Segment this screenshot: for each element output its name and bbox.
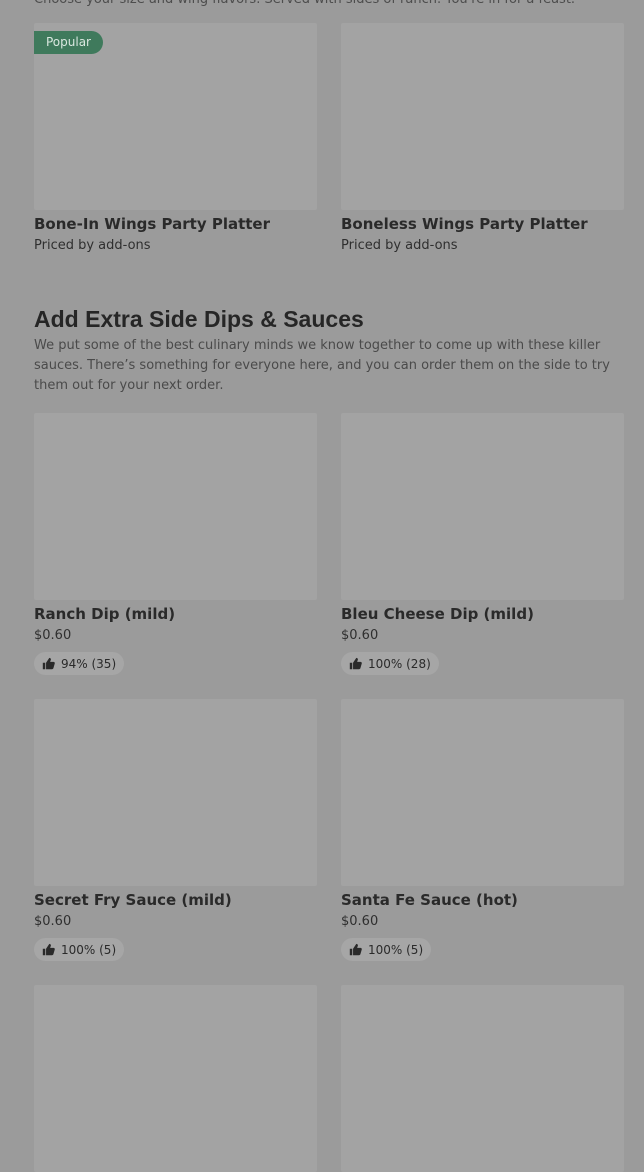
- item-name: Ranch Dip (mild): [34, 605, 176, 623]
- menu-item-card[interactable]: Bleu Cheese Dip (mild) $0.60 100% (28): [341, 413, 624, 675]
- item-image[interactable]: [34, 699, 317, 886]
- menu-item-card[interactable]: Ranch Dip (mild) $0.60 94% (35): [34, 413, 317, 675]
- item-price: $0.60: [341, 914, 379, 929]
- rating-badge: 94% (35): [34, 652, 125, 675]
- section-description-cut: Choose your size and wing flavors. Serve…: [34, 0, 624, 10]
- item-name: Santa Fe Sauce (hot): [341, 891, 518, 909]
- item-image[interactable]: [341, 23, 624, 210]
- item-price: $0.60: [34, 628, 72, 643]
- section-title: Add Extra Side Dips & Sauces: [34, 306, 364, 332]
- item-image[interactable]: [34, 985, 317, 1172]
- menu-item-card[interactable]: Popular Bone-In Wings Party Platter Pric…: [34, 23, 317, 256]
- menu-item-card[interactable]: Santa Fe Sauce (hot) $0.60 100% (5): [341, 699, 624, 961]
- item-name: Secret Fry Sauce (mild): [34, 891, 232, 909]
- rating-text: 94% (35): [61, 656, 117, 671]
- rating-badge: 100% (28): [341, 652, 439, 675]
- item-name: Bone-In Wings Party Platter: [34, 215, 271, 233]
- item-image[interactable]: [341, 985, 624, 1172]
- item-price: $0.60: [341, 628, 379, 643]
- item-image[interactable]: Popular: [34, 23, 317, 210]
- menu-item-card[interactable]: [34, 985, 317, 1172]
- menu-item-card[interactable]: Secret Fry Sauce (mild) $0.60 100% (5): [34, 699, 317, 961]
- item-image[interactable]: [341, 699, 624, 886]
- thumbs-up-icon: [349, 657, 362, 670]
- item-name: Boneless Wings Party Platter: [341, 215, 588, 233]
- thumbs-up-icon: [42, 943, 55, 956]
- item-price: Priced by add-ons: [34, 238, 151, 253]
- thumbs-up-icon: [42, 657, 55, 670]
- rating-text: 100% (5): [368, 942, 424, 957]
- rating-text: 100% (28): [368, 656, 431, 671]
- section-description: We put some of the best culinary minds w…: [34, 338, 610, 393]
- item-price: Priced by add-ons: [341, 238, 458, 253]
- item-name: Bleu Cheese Dip (mild): [341, 605, 534, 623]
- menu-item-card[interactable]: [341, 985, 624, 1172]
- rating-text: 100% (5): [61, 942, 117, 957]
- item-image[interactable]: [34, 413, 317, 600]
- rating-badge: 100% (5): [341, 938, 432, 961]
- menu-item-card[interactable]: Boneless Wings Party Platter Priced by a…: [341, 23, 624, 256]
- rating-badge: 100% (5): [34, 938, 125, 961]
- item-image[interactable]: [341, 413, 624, 600]
- popular-badge: Popular: [34, 31, 103, 54]
- thumbs-up-icon: [349, 943, 362, 956]
- item-price: $0.60: [34, 914, 72, 929]
